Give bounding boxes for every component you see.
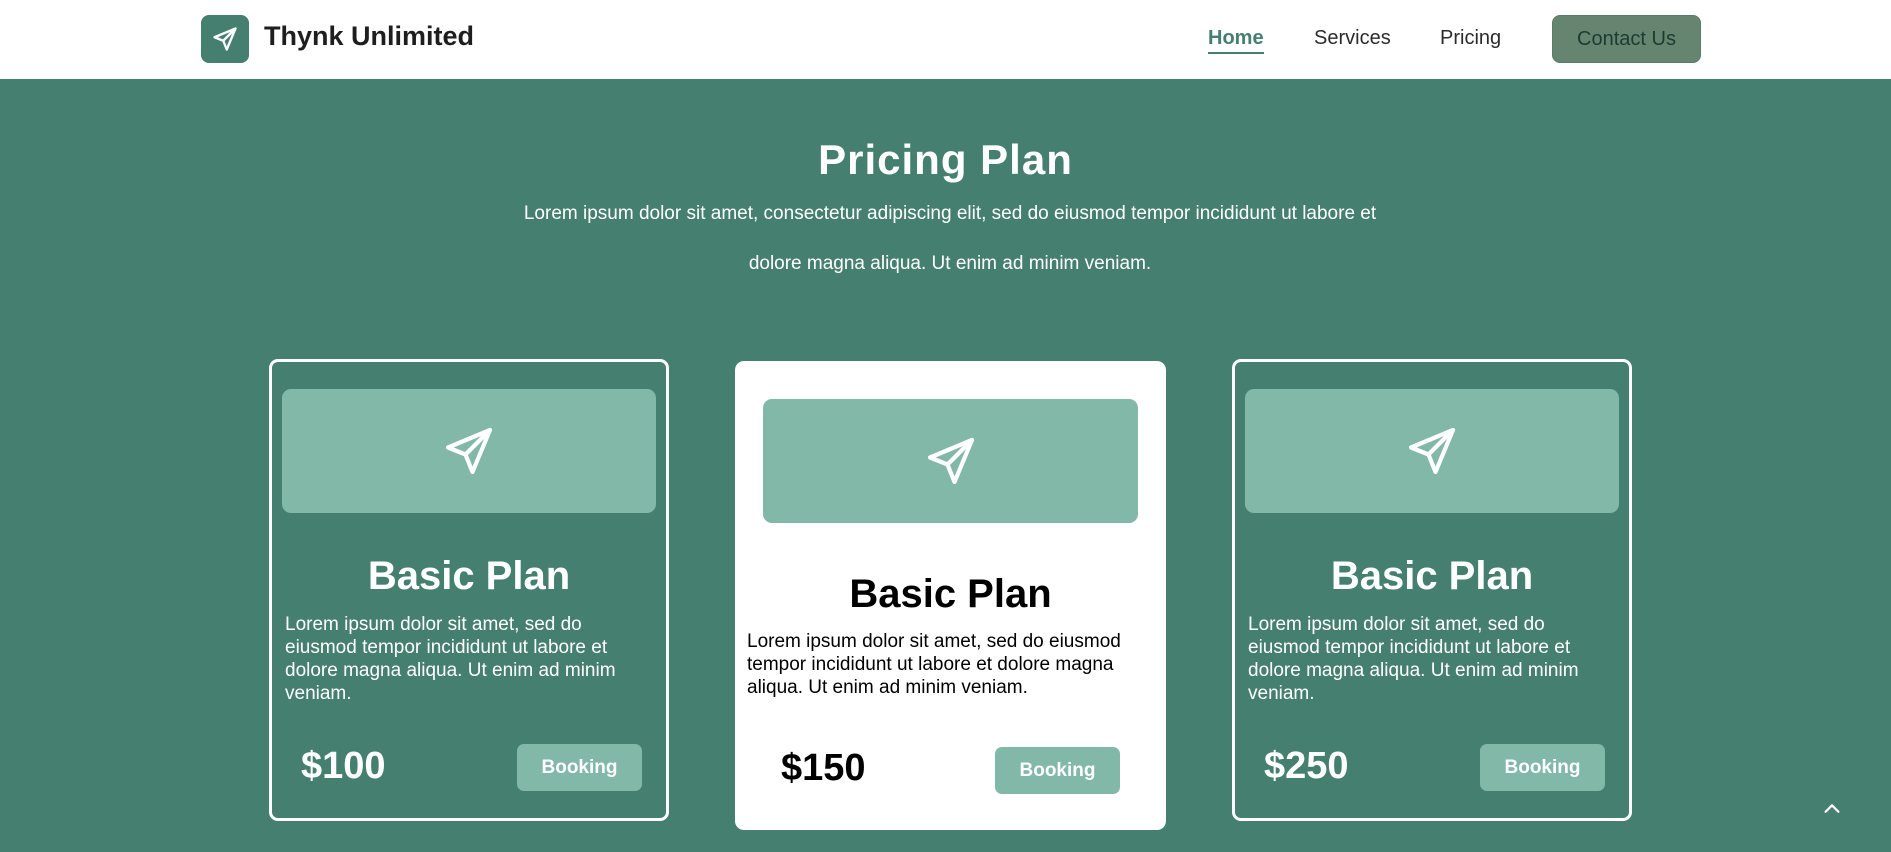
plan-price: $100	[301, 745, 386, 787]
nav-link-home[interactable]: Home	[1208, 27, 1264, 54]
card-banner	[763, 399, 1138, 523]
nav-link-pricing[interactable]: Pricing	[1440, 27, 1501, 50]
scroll-to-top-button[interactable]	[1818, 795, 1846, 823]
plan-description: Lorem ipsum dolor sit amet, sed do eiusm…	[285, 614, 616, 704]
page-title: Pricing Plan	[818, 136, 1073, 183]
paper-plane-icon	[445, 427, 493, 475]
plan-title: Basic Plan	[1330, 554, 1534, 598]
plan-title: Basic Plan	[367, 554, 571, 598]
nav-link-services[interactable]: Services	[1314, 27, 1391, 50]
plan-price: $250	[1264, 745, 1349, 787]
plan-price: $150	[781, 747, 866, 789]
card-banner	[282, 389, 656, 513]
pricing-card-basic-3: Basic Plan Lorem ipsum dolor sit amet, s…	[1232, 359, 1632, 821]
pricing-card-basic-1: Basic Plan Lorem ipsum dolor sit amet, s…	[269, 359, 669, 821]
contact-us-button[interactable]: Contact Us	[1552, 15, 1701, 63]
navbar: Thynk Unlimited Home Services Pricing Co…	[0, 0, 1891, 79]
chevron-up-icon	[1824, 804, 1840, 813]
plan-description: Lorem ipsum dolor sit amet, sed do eiusm…	[1248, 614, 1579, 704]
plan-title: Basic Plan	[849, 572, 1052, 616]
brand-name[interactable]: Thynk Unlimited	[264, 21, 474, 52]
paper-plane-icon	[927, 437, 974, 485]
booking-button[interactable]: Booking	[517, 744, 642, 791]
logo[interactable]	[201, 15, 249, 63]
paper-plane-icon	[213, 27, 237, 51]
paper-plane-icon	[1408, 427, 1456, 475]
booking-button[interactable]: Booking	[1480, 744, 1605, 791]
page-subtitle: Lorem ipsum dolor sit amet, consectetur …	[523, 203, 1377, 274]
pricing-card-basic-2: Basic Plan Lorem ipsum dolor sit amet, s…	[735, 361, 1166, 830]
plan-description: Lorem ipsum dolor sit amet, sed do eiusm…	[747, 631, 1121, 698]
card-banner	[1245, 389, 1619, 513]
booking-button[interactable]: Booking	[995, 747, 1120, 794]
